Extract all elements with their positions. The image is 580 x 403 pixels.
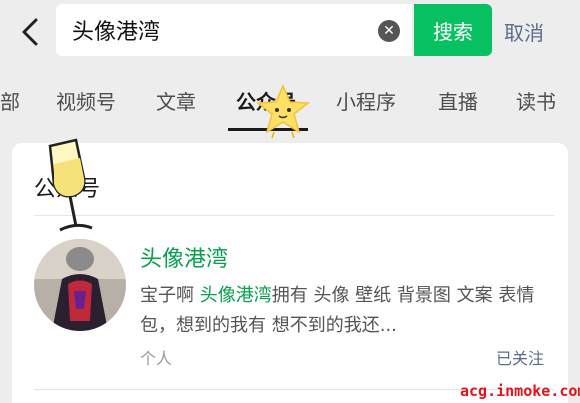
search-bar: ✕ 搜索 取消 (0, 0, 580, 64)
tab-all[interactable]: 部 (0, 86, 20, 115)
chevron-left-icon (22, 18, 38, 46)
clear-icon[interactable]: ✕ (378, 20, 400, 42)
back-button[interactable] (14, 12, 50, 52)
avatar-image (34, 239, 126, 331)
search-field[interactable]: ✕ (56, 4, 412, 56)
follow-status-button[interactable]: 已关注 (496, 345, 544, 369)
description-highlight: 头像港湾 (199, 285, 272, 306)
champagne-glass-sticker-icon (48, 138, 93, 232)
tab-live[interactable]: 直播 (438, 86, 478, 115)
divider (34, 215, 554, 216)
description-text: 宝子啊 (140, 285, 200, 306)
star-sticker-icon (255, 84, 311, 139)
search-input[interactable] (72, 14, 362, 46)
tab-books[interactable]: 读书 (516, 86, 556, 115)
avatar[interactable] (34, 239, 126, 331)
account-type: 个人 (140, 349, 173, 368)
result-title[interactable]: 头像港湾 (140, 241, 228, 273)
tab-articles[interactable]: 文章 (156, 86, 196, 115)
search-button[interactable]: 搜索 (414, 4, 492, 56)
result-description[interactable]: 宝子啊 头像港湾拥有 头像 壁纸 背景图 文案 表情包，想到的我有 想不到的我还… (140, 281, 550, 341)
cancel-button[interactable]: 取消 (504, 16, 544, 46)
watermark: acg.inmoke.com (460, 382, 580, 400)
tab-channels[interactable]: 视频号 (56, 86, 116, 115)
tab-mini-programs[interactable]: 小程序 (336, 86, 396, 115)
